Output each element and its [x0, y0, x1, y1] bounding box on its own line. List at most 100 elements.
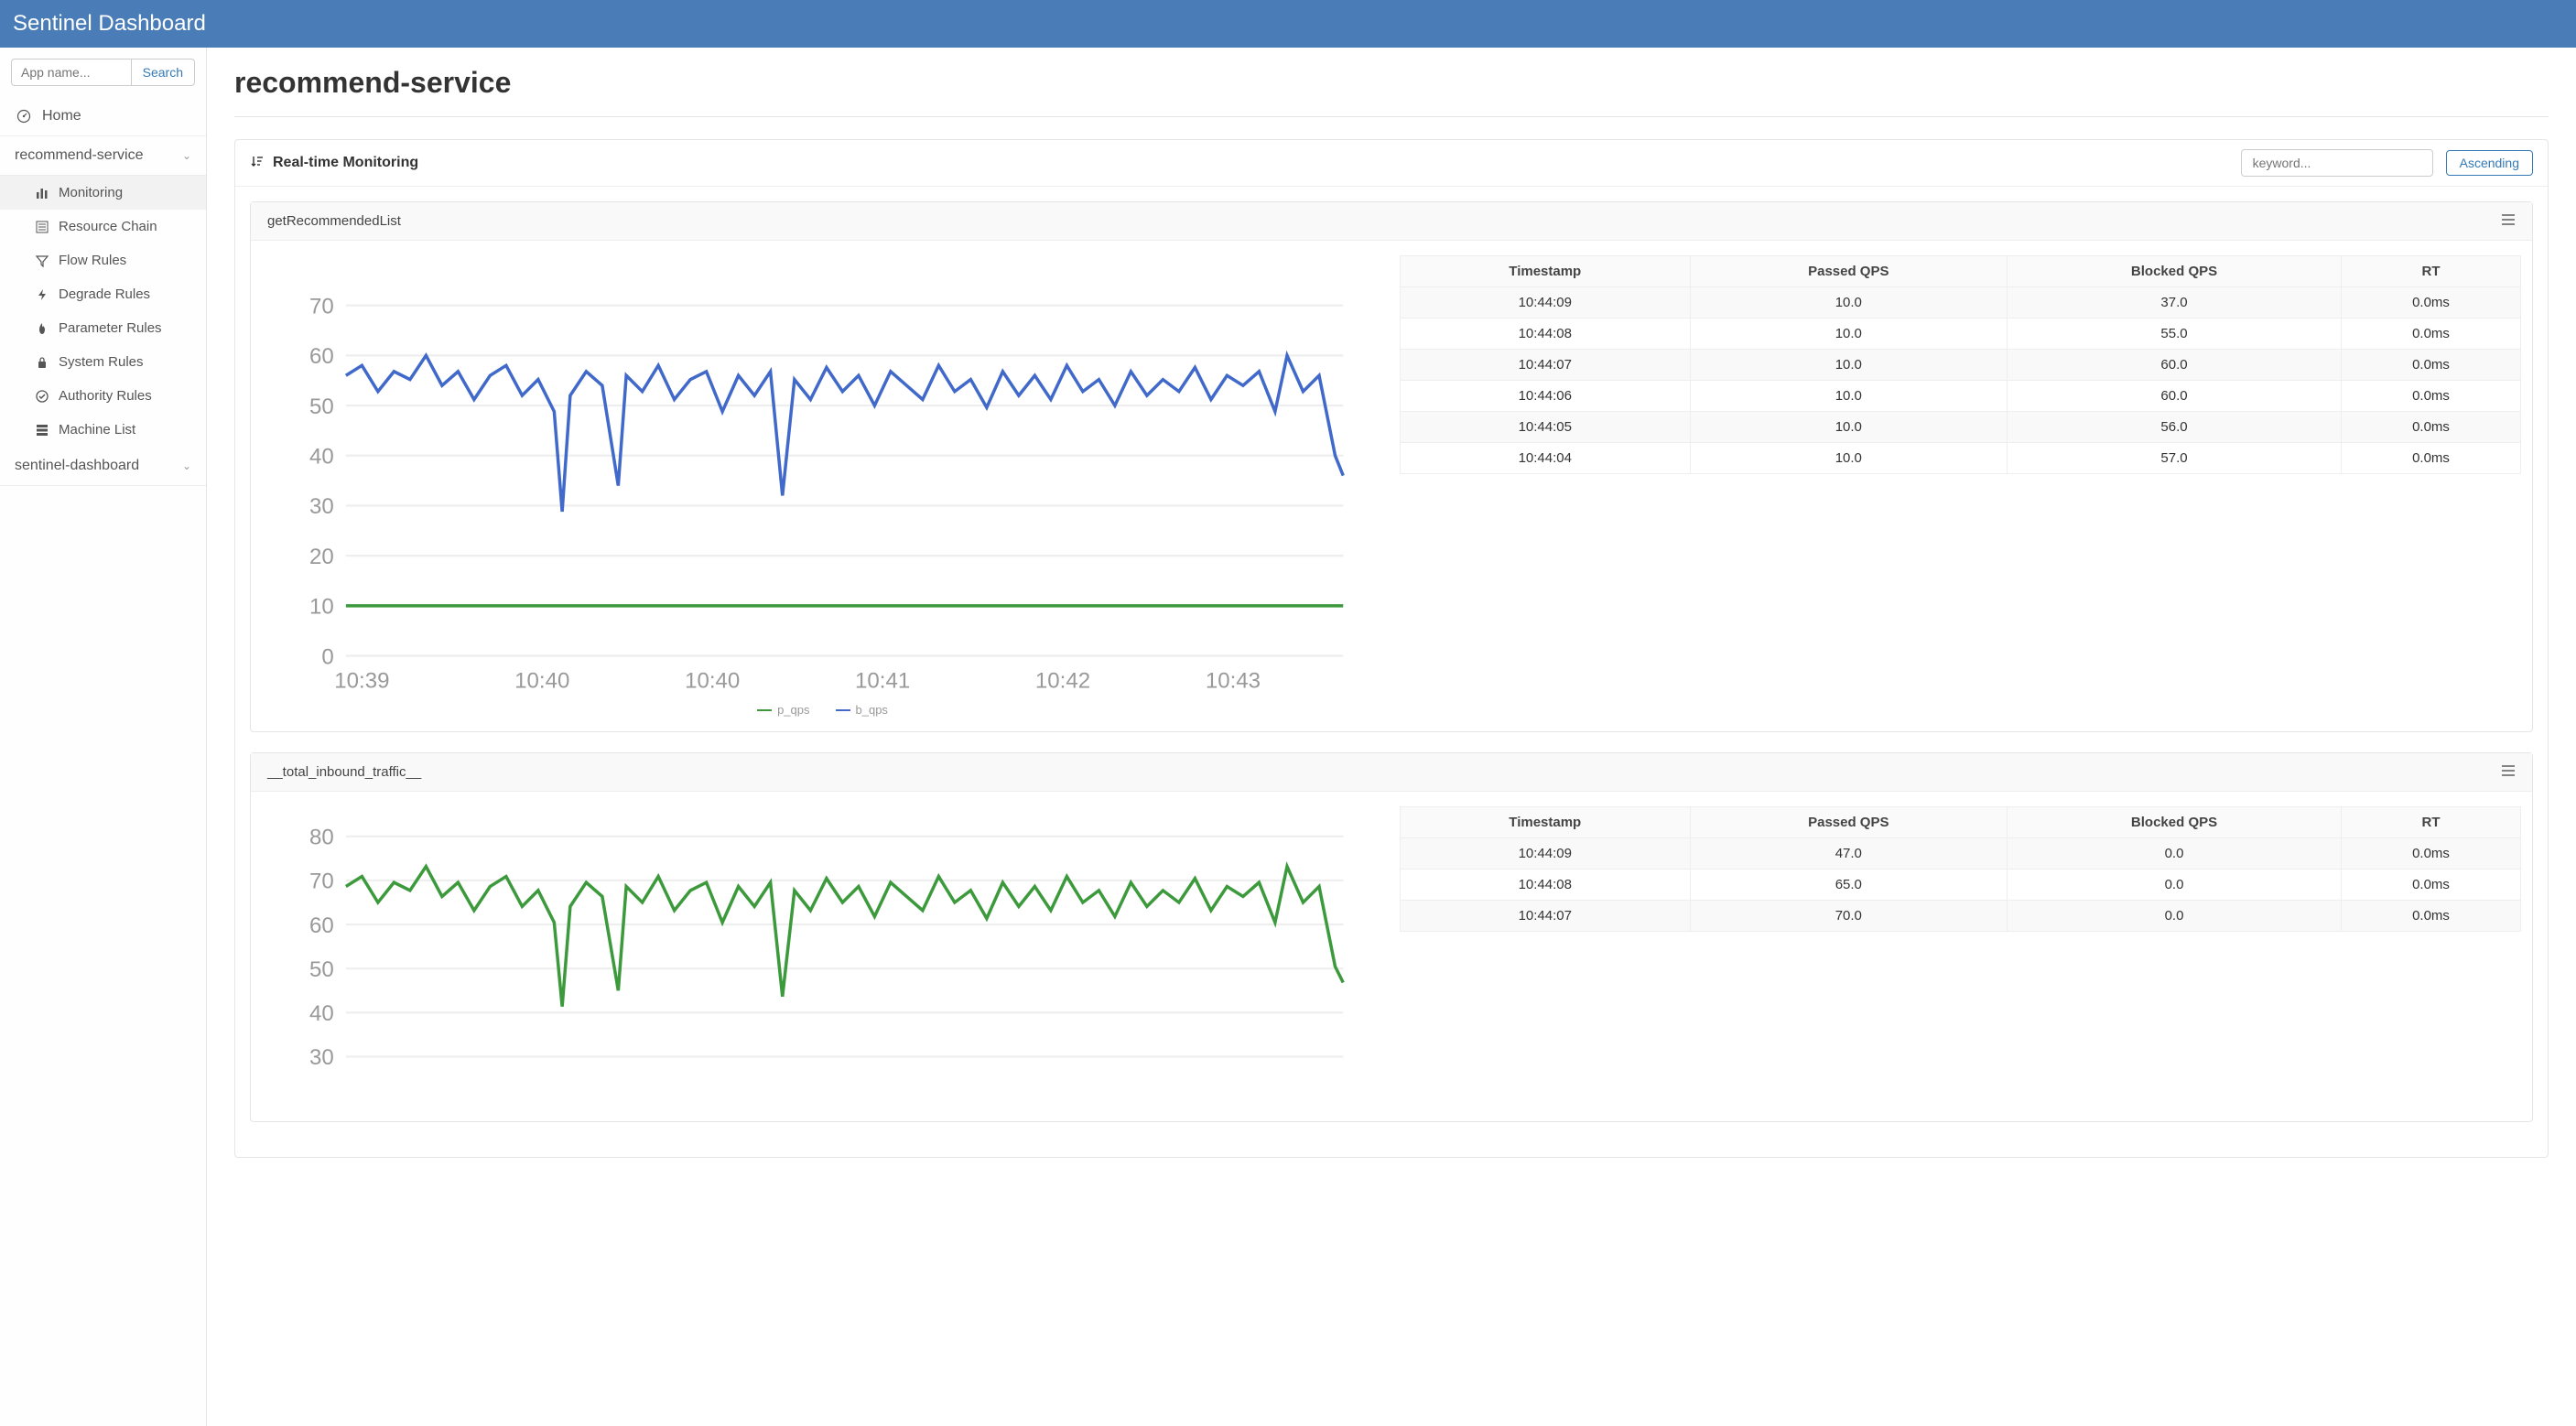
cell-passed: 10.0 — [1690, 319, 2008, 350]
line-chart: 80 70 60 50 40 30 — [262, 806, 1383, 1107]
cell-ts: 10:44:04 — [1401, 443, 1691, 474]
page-title: recommend-service — [234, 66, 2549, 100]
bar-chart-icon — [33, 187, 51, 200]
cell-rt: 0.0ms — [2342, 901, 2521, 932]
panel-body: getRecommendedList — [235, 187, 2548, 1157]
menu-icon[interactable] — [2501, 213, 2516, 229]
cell-blocked: 37.0 — [2008, 287, 2342, 319]
cell-rt: 0.0ms — [2342, 287, 2521, 319]
cell-blocked: 0.0 — [2008, 870, 2342, 901]
app-title: Sentinel Dashboard — [13, 11, 206, 37]
keyword-input[interactable] — [2241, 149, 2433, 177]
sidebar: Search Home recommend-service ⌄ Monitori… — [0, 48, 207, 1426]
table-row: 10:44:0410.057.00.0ms — [1401, 443, 2521, 474]
svg-text:10:40: 10:40 — [514, 669, 569, 694]
cell-blocked: 0.0 — [2008, 838, 2342, 870]
table-row: 10:44:0510.056.00.0ms — [1401, 412, 2521, 443]
svg-text:60: 60 — [309, 344, 334, 369]
table-row: 10:44:0910.037.00.0ms — [1401, 287, 2521, 319]
metrics-table: Timestamp Passed QPS Blocked QPS RT 10:4… — [1400, 806, 2521, 1107]
nav-app-label: recommend-service — [15, 147, 143, 164]
svg-text:10:40: 10:40 — [685, 669, 740, 694]
list-icon — [33, 221, 51, 233]
nav-machine-list[interactable]: Machine List — [0, 413, 206, 447]
resource-card: getRecommendedList — [250, 201, 2533, 732]
cell-rt: 0.0ms — [2342, 443, 2521, 474]
nav-home[interactable]: Home — [0, 97, 206, 136]
nav-home-label: Home — [42, 108, 81, 124]
cell-ts: 10:44:05 — [1401, 412, 1691, 443]
menu-icon[interactable] — [2501, 764, 2516, 780]
chevron-down-icon: ⌄ — [182, 149, 191, 162]
cell-ts: 10:44:07 — [1401, 350, 1691, 381]
nav-item-label: Parameter Rules — [59, 320, 162, 336]
nav-item-label: Flow Rules — [59, 253, 126, 268]
nav-app-label: sentinel-dashboard — [15, 458, 139, 474]
cell-passed: 10.0 — [1690, 350, 2008, 381]
legend-p-qps: p_qps — [757, 703, 809, 717]
svg-text:70: 70 — [309, 870, 334, 894]
cell-passed: 65.0 — [1690, 870, 2008, 901]
resource-name: __total_inbound_traffic__ — [267, 764, 421, 780]
svg-text:30: 30 — [309, 494, 334, 519]
svg-text:0: 0 — [321, 644, 333, 669]
col-timestamp: Timestamp — [1401, 807, 1691, 838]
svg-text:60: 60 — [309, 913, 334, 938]
cell-blocked: 60.0 — [2008, 381, 2342, 412]
col-blocked-qps: Blocked QPS — [2008, 807, 2342, 838]
cell-ts: 10:44:09 — [1401, 838, 1691, 870]
table-row: 10:44:0810.055.00.0ms — [1401, 319, 2521, 350]
nav-parameter-rules[interactable]: Parameter Rules — [0, 311, 206, 345]
cell-rt: 0.0ms — [2342, 412, 2521, 443]
col-passed-qps: Passed QPS — [1690, 256, 2008, 287]
svg-text:40: 40 — [309, 1001, 334, 1026]
svg-text:10:39: 10:39 — [334, 669, 389, 694]
nav-monitoring[interactable]: Monitoring — [0, 176, 206, 210]
nav-app-recommend-service[interactable]: recommend-service ⌄ — [0, 136, 206, 176]
resource-card: __total_inbound_traffic__ — [250, 752, 2533, 1122]
nav-item-label: Degrade Rules — [59, 286, 150, 302]
app-search-input[interactable] — [11, 59, 132, 86]
app-search-button[interactable]: Search — [132, 59, 195, 86]
app-header: Sentinel Dashboard — [0, 0, 2576, 48]
cell-rt: 0.0ms — [2342, 870, 2521, 901]
cell-passed: 70.0 — [1690, 901, 2008, 932]
nav-app-sentinel-dashboard[interactable]: sentinel-dashboard ⌄ — [0, 447, 206, 486]
col-rt: RT — [2342, 807, 2521, 838]
table-header-row: Timestamp Passed QPS Blocked QPS RT — [1401, 807, 2521, 838]
nav-item-label: Resource Chain — [59, 219, 157, 234]
cell-passed: 10.0 — [1690, 287, 2008, 319]
cell-rt: 0.0ms — [2342, 350, 2521, 381]
svg-text:10: 10 — [309, 595, 334, 620]
cell-passed: 47.0 — [1690, 838, 2008, 870]
nav-resource-chain[interactable]: Resource Chain — [0, 210, 206, 243]
panel-title: Real-time Monitoring — [273, 155, 418, 171]
nav-authority-rules[interactable]: Authority Rules — [0, 379, 206, 413]
cell-rt: 0.0ms — [2342, 319, 2521, 350]
nav-degrade-rules[interactable]: Degrade Rules — [0, 277, 206, 311]
svg-text:70: 70 — [309, 294, 334, 319]
cell-ts: 10:44:07 — [1401, 901, 1691, 932]
resource-header: getRecommendedList — [251, 202, 2532, 241]
cell-passed: 10.0 — [1690, 412, 2008, 443]
cell-ts: 10:44:08 — [1401, 870, 1691, 901]
cell-blocked: 56.0 — [2008, 412, 2342, 443]
table-row: 10:44:0947.00.00.0ms — [1401, 838, 2521, 870]
sort-button[interactable]: Ascending — [2446, 150, 2533, 176]
resource-header: __total_inbound_traffic__ — [251, 753, 2532, 792]
cell-rt: 0.0ms — [2342, 838, 2521, 870]
cell-passed: 10.0 — [1690, 443, 2008, 474]
nav-item-label: System Rules — [59, 354, 144, 370]
col-timestamp: Timestamp — [1401, 256, 1691, 287]
nav-flow-rules[interactable]: Flow Rules — [0, 243, 206, 277]
nav-item-label: Monitoring — [59, 185, 123, 200]
table-row: 10:44:0770.00.00.0ms — [1401, 901, 2521, 932]
panel-header: Real-time Monitoring Ascending — [235, 140, 2548, 187]
nav-system-rules[interactable]: System Rules — [0, 345, 206, 379]
metrics-table: Timestamp Passed QPS Blocked QPS RT 10:4… — [1400, 255, 2521, 717]
chevron-down-icon: ⌄ — [182, 459, 191, 472]
cell-blocked: 0.0 — [2008, 901, 2342, 932]
table-row: 10:44:0610.060.00.0ms — [1401, 381, 2521, 412]
check-circle-icon — [33, 390, 51, 403]
gauge-icon — [15, 109, 33, 124]
